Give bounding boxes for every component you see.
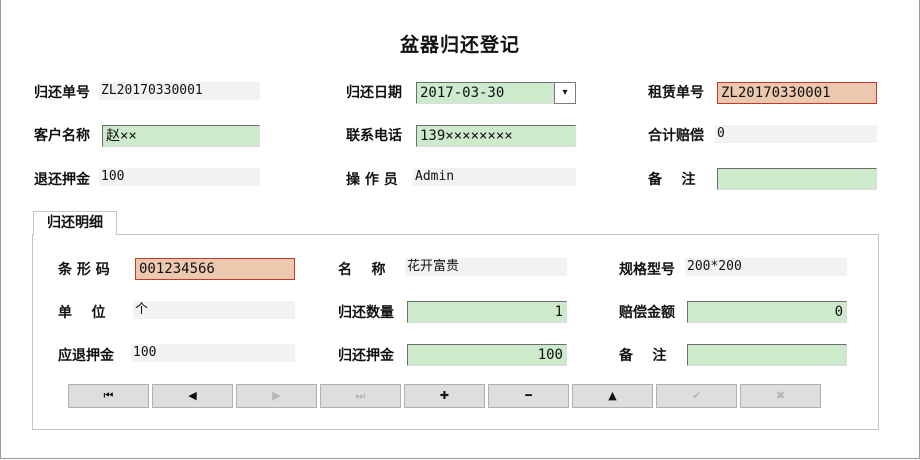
tab-return-detail[interactable]: 归还明细 (33, 211, 117, 235)
remark-input[interactable] (717, 168, 877, 190)
edit-record-button[interactable]: ▲ (572, 384, 653, 408)
last-record-button[interactable]: ⏭ (320, 384, 401, 408)
last-record-icon: ⏭ (355, 389, 366, 402)
edit-icon: ▲ (608, 389, 617, 402)
phone-input[interactable]: 139×××××××× (416, 125, 576, 147)
name-label: 名 称 (338, 262, 386, 278)
cancel-icon: ✖ (775, 389, 786, 402)
unit-label: 单 位 (58, 305, 106, 321)
rent-no-label: 租赁单号 (648, 85, 704, 101)
total-comp-label: 合计赔偿 (648, 128, 704, 144)
phone-label: 联系电话 (346, 128, 402, 144)
deposit-back-label: 退还押金 (34, 172, 90, 188)
barcode-input[interactable]: 001234566 (135, 258, 295, 280)
return-date-input[interactable]: 2017-03-30 (416, 82, 554, 104)
first-record-button[interactable]: ⏮ (68, 384, 149, 408)
add-icon: ✚ (439, 389, 450, 402)
detail-remark-label: 备 注 (619, 348, 667, 364)
comp-amount-label: 赔偿金额 (619, 305, 675, 321)
return-date-label: 归还日期 (346, 85, 402, 101)
total-comp-value: 0 (715, 125, 877, 143)
customer-label: 客户名称 (34, 128, 90, 144)
deposit-return-label: 归还押金 (338, 348, 394, 364)
add-record-button[interactable]: ✚ (404, 384, 485, 408)
confirm-icon: ✔ (691, 389, 702, 402)
cancel-record-button[interactable]: ✖ (740, 384, 821, 408)
page-title: 盆器归还登记 (399, 34, 520, 56)
customer-input[interactable]: 赵×× (102, 125, 260, 147)
deposit-due-value: 100 (131, 344, 295, 362)
qty-input[interactable]: 1 (407, 301, 567, 323)
operator-value: Admin (413, 168, 576, 186)
spec-label: 规格型号 (619, 262, 675, 278)
qty-label: 归还数量 (338, 305, 394, 321)
unit-value: 个 (133, 301, 295, 319)
previous-record-icon: ◀ (188, 389, 197, 402)
deposit-back-value: 100 (99, 168, 260, 186)
next-record-button[interactable]: ▶ (236, 384, 317, 408)
previous-record-button[interactable]: ◀ (152, 384, 233, 408)
chevron-down-icon[interactable]: ▾ (554, 82, 576, 104)
first-record-icon: ⏮ (103, 389, 114, 402)
delete-icon: ━ (525, 389, 532, 402)
return-no-label: 归还单号 (34, 85, 90, 101)
delete-record-button[interactable]: ━ (488, 384, 569, 408)
name-value: 花开富贵 (405, 258, 567, 276)
barcode-label: 条 形 码 (58, 262, 110, 278)
comp-amount-input[interactable]: 0 (687, 301, 847, 323)
detail-remark-input[interactable] (687, 344, 847, 366)
operator-label: 操 作 员 (346, 172, 398, 188)
remark-label: 备 注 (648, 172, 696, 188)
return-no-value: ZL20170330001 (99, 82, 260, 100)
rent-no-input[interactable]: ZL20170330001 (717, 82, 877, 104)
deposit-return-input[interactable]: 100 (407, 344, 567, 366)
deposit-due-label: 应退押金 (58, 348, 114, 364)
post-record-button[interactable]: ✔ (656, 384, 737, 408)
next-record-icon: ▶ (272, 389, 281, 402)
spec-value: 200*200 (685, 258, 847, 276)
